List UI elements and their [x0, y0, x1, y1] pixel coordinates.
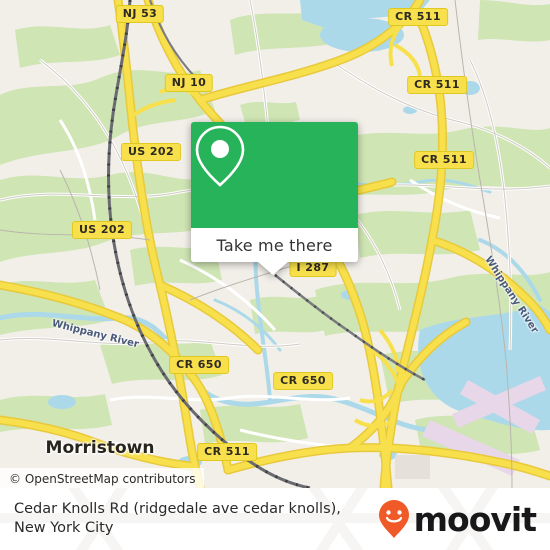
road-shield-cr511-c: CR 511 [414, 151, 474, 169]
road-shield-nj53: NJ 53 [115, 5, 165, 23]
popup-tail [257, 261, 289, 275]
map-pin-icon [195, 125, 245, 187]
map-screenshot: NJ 53 NJ 10 CR 511 CR 511 CR 511 US 202 … [0, 0, 550, 550]
moovit-pin-icon [378, 500, 409, 538]
footer-bar: Cedar Knolls Rd (ridgedale ave cedar kno… [0, 488, 550, 550]
moovit-wordmark: moovit [413, 499, 537, 539]
road-shield-cr650-b: CR 650 [273, 372, 333, 390]
road-shield-cr511-d: CR 511 [197, 443, 257, 461]
road-shield-cr511-b: CR 511 [407, 76, 467, 94]
location-title: Cedar Knolls Rd (ridgedale ave cedar kno… [14, 501, 341, 536]
take-me-there-button[interactable]: Take me there [191, 228, 358, 262]
map-canvas[interactable]: NJ 53 NJ 10 CR 511 CR 511 CR 511 US 202 … [0, 0, 550, 488]
place-label-morristown: Morristown [45, 438, 155, 458]
popup-pin-panel [191, 122, 358, 228]
osm-attribution[interactable]: © OpenStreetMap contributors [0, 468, 205, 488]
road-shield-cr650-a: CR 650 [169, 356, 229, 374]
road-shield-us202-a: US 202 [120, 143, 182, 161]
location-popup[interactable]: Take me there [191, 122, 358, 275]
road-shield-us202-b: US 202 [71, 221, 133, 239]
moovit-brand[interactable]: moovit [377, 499, 537, 539]
road-shield-cr511-a: CR 511 [388, 8, 448, 26]
road-shield-nj10: NJ 10 [164, 74, 214, 92]
